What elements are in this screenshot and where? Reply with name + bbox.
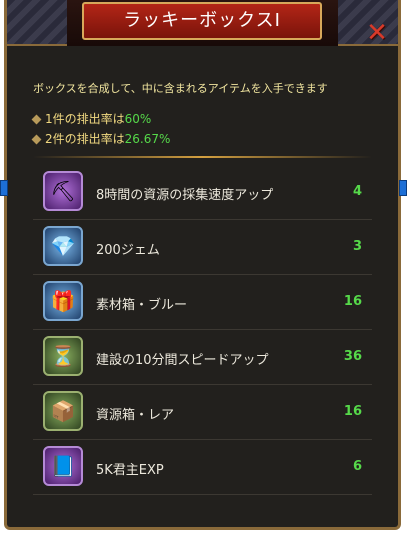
item-count: 6 <box>352 459 362 474</box>
list-item: 📘 5K君主EXP 6 <box>33 440 372 495</box>
item-label: 8時間の資源の採集速度アップ <box>96 188 274 203</box>
side-tab-left[interactable] <box>0 180 8 196</box>
description-text: ボックスを合成して、中に含まれるアイテムを入手できます <box>33 82 328 95</box>
item-count: 3 <box>352 239 362 254</box>
list-item: ⛏ 8時間の資源の採集速度アップ 4 <box>33 165 372 220</box>
item-count: 16 <box>343 404 362 419</box>
list-item: 💎 200ジェム 3 <box>33 220 372 275</box>
material-box-icon[interactable]: 🎁 <box>43 281 83 321</box>
rate-1-value: 60% <box>124 112 152 126</box>
rate-line-2: 2件の排出率は26.67% <box>31 130 171 147</box>
rate-2-value: 26.67% <box>124 132 171 146</box>
exp-book-icon[interactable]: 📘 <box>43 446 83 486</box>
rate-1-prefix: 1件の排出率は <box>45 112 125 126</box>
list-item: 📦 資源箱・レア 16 <box>33 385 372 440</box>
list-item: ⏳ 建設の10分間スピードアップ 36 <box>33 330 372 385</box>
rate-2-prefix: 2件の排出率は <box>45 132 125 146</box>
item-label: 資源箱・レア <box>96 408 175 423</box>
item-count: 4 <box>352 184 362 199</box>
dialog-title: ラッキーボックスI <box>82 2 322 40</box>
item-count: 36 <box>343 349 362 364</box>
list-item: 🎁 素材箱・ブルー 16 <box>33 275 372 330</box>
gems-icon[interactable]: 💎 <box>43 226 83 266</box>
diamond-bullet-icon <box>31 134 42 145</box>
item-label: 5K君主EXP <box>96 463 164 478</box>
reward-list: ⛏ 8時間の資源の採集速度アップ 4 💎 200ジェム 3 🎁 素材箱・ブルー … <box>33 165 372 495</box>
gold-divider <box>33 156 372 158</box>
rate-line-1: 1件の排出率は60% <box>31 110 152 127</box>
title-bar: ラッキーボックスI ✕ <box>7 0 398 46</box>
item-label: 素材箱・ブルー <box>96 298 188 313</box>
title-ornament-left <box>7 0 67 46</box>
resource-box-icon[interactable]: 📦 <box>43 391 83 431</box>
hourglass-icon[interactable]: ⏳ <box>43 336 83 376</box>
close-icon[interactable]: ✕ <box>364 20 390 46</box>
side-tab-right[interactable] <box>399 180 407 196</box>
resource-speed-icon[interactable]: ⛏ <box>43 171 83 211</box>
item-count: 16 <box>343 294 362 309</box>
diamond-bullet-icon <box>31 114 42 125</box>
item-label: 200ジェム <box>96 243 160 258</box>
lucky-box-dialog: ラッキーボックスI ✕ ボックスを合成して、中に含まれるアイテムを入手できます … <box>4 0 401 530</box>
item-label: 建設の10分間スピードアップ <box>96 353 269 368</box>
